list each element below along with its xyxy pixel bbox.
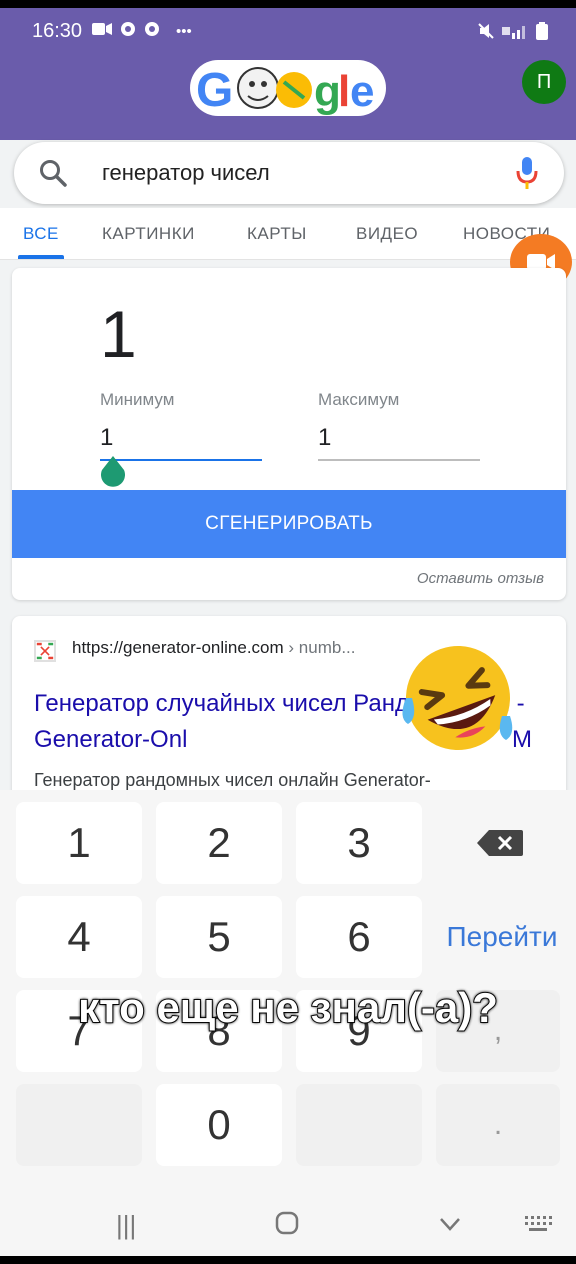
svg-text:l: l <box>338 67 350 116</box>
key-0[interactable]: 0 <box>156 1084 282 1166</box>
svg-text:e: e <box>350 67 374 116</box>
search-input[interactable]: генератор чисел <box>102 160 270 186</box>
min-label: Минимум <box>100 390 175 409</box>
google-doodle-logo[interactable]: G g l e <box>188 56 388 120</box>
result-snippet: Генератор рандомных чисел онлайн Generat… <box>34 770 431 790</box>
mute-icon <box>478 23 494 42</box>
max-field[interactable]: 1 <box>318 424 331 452</box>
account-avatar[interactable]: П <box>522 60 566 104</box>
top-bezel <box>0 0 576 8</box>
number-generator-card: 1 Минимум Максимум 1 1 СГЕНЕРИРОВАТЬ Ост… <box>12 268 566 600</box>
svg-text:G: G <box>196 64 233 117</box>
more-icon: ••• <box>176 22 192 40</box>
empty-key <box>296 1084 422 1166</box>
mic-icon[interactable] <box>516 156 538 190</box>
status-icons-right <box>478 22 548 43</box>
generated-number: 1 <box>100 297 137 371</box>
key-1[interactable]: 1 <box>16 802 142 884</box>
recent-apps-button[interactable]: ||| <box>116 1210 136 1241</box>
key-5[interactable]: 5 <box>156 896 282 978</box>
feedback-link[interactable]: Оставить отзыв <box>417 570 544 587</box>
max-label: Максимум <box>318 390 400 409</box>
battery-icon <box>536 22 548 43</box>
overlay-caption: кто еще не знал(-а)? <box>77 983 499 1032</box>
generate-button[interactable]: СГЕНЕРИРОВАТЬ <box>12 490 566 558</box>
status-bar: 16:30 ••• <box>0 8 576 56</box>
tab-maps[interactable]: КАРТЫ <box>247 224 307 244</box>
tab-images[interactable]: КАРТИНКИ <box>102 224 195 244</box>
bottom-bezel <box>0 1256 576 1264</box>
back-button[interactable] <box>438 1210 462 1241</box>
screen: 16:30 ••• G g l e П генератор чисел ВСЕ … <box>0 0 576 1264</box>
empty-key <box>16 1084 142 1166</box>
chevron-down-icon <box>440 1218 460 1231</box>
status-time: 16:30 <box>32 20 83 42</box>
svg-text:g: g <box>314 67 341 116</box>
backspace-key[interactable] <box>430 802 570 884</box>
key-2[interactable]: 2 <box>156 802 282 884</box>
navigation-bar: ||| <box>0 1190 576 1254</box>
go-key[interactable]: Перейти <box>432 896 572 978</box>
home-button[interactable] <box>274 1210 300 1243</box>
active-tab-indicator <box>18 255 64 259</box>
tab-all[interactable]: ВСЕ <box>23 224 59 244</box>
result-breadcrumb: › numb... <box>288 638 356 657</box>
result-url[interactable]: https://generator-online.com › numb... <box>72 638 356 658</box>
site-favicon <box>34 640 56 662</box>
search-icon[interactable] <box>38 158 68 188</box>
status-icons-left: ••• <box>92 21 192 41</box>
result-domain: https://generator-online.com <box>72 638 284 657</box>
video-icon <box>92 22 112 40</box>
key-6[interactable]: 6 <box>296 896 422 978</box>
rolling-laughing-emoji <box>402 646 513 750</box>
max-field-underline <box>318 459 480 461</box>
min-field[interactable]: 1 <box>100 424 113 452</box>
tab-video[interactable]: ВИДЕО <box>356 224 418 244</box>
backspace-icon <box>477 830 523 856</box>
keyboard-switch-button[interactable] <box>524 1210 552 1241</box>
home-icon <box>275 1211 299 1235</box>
period-key[interactable]: . <box>436 1084 560 1166</box>
key-4[interactable]: 4 <box>16 896 142 978</box>
text-cursor-handle[interactable] <box>98 454 128 488</box>
search-tabs: ВСЕ КАРТИНКИ КАРТЫ ВИДЕО НОВОСТИ <box>0 208 576 260</box>
chrome-icon <box>120 21 136 41</box>
signal-4g-icon <box>502 23 528 42</box>
search-box[interactable]: генератор чисел <box>14 142 564 204</box>
key-3[interactable]: 3 <box>296 802 422 884</box>
chrome-icon <box>144 21 160 41</box>
keyboard-icon <box>525 1216 552 1231</box>
